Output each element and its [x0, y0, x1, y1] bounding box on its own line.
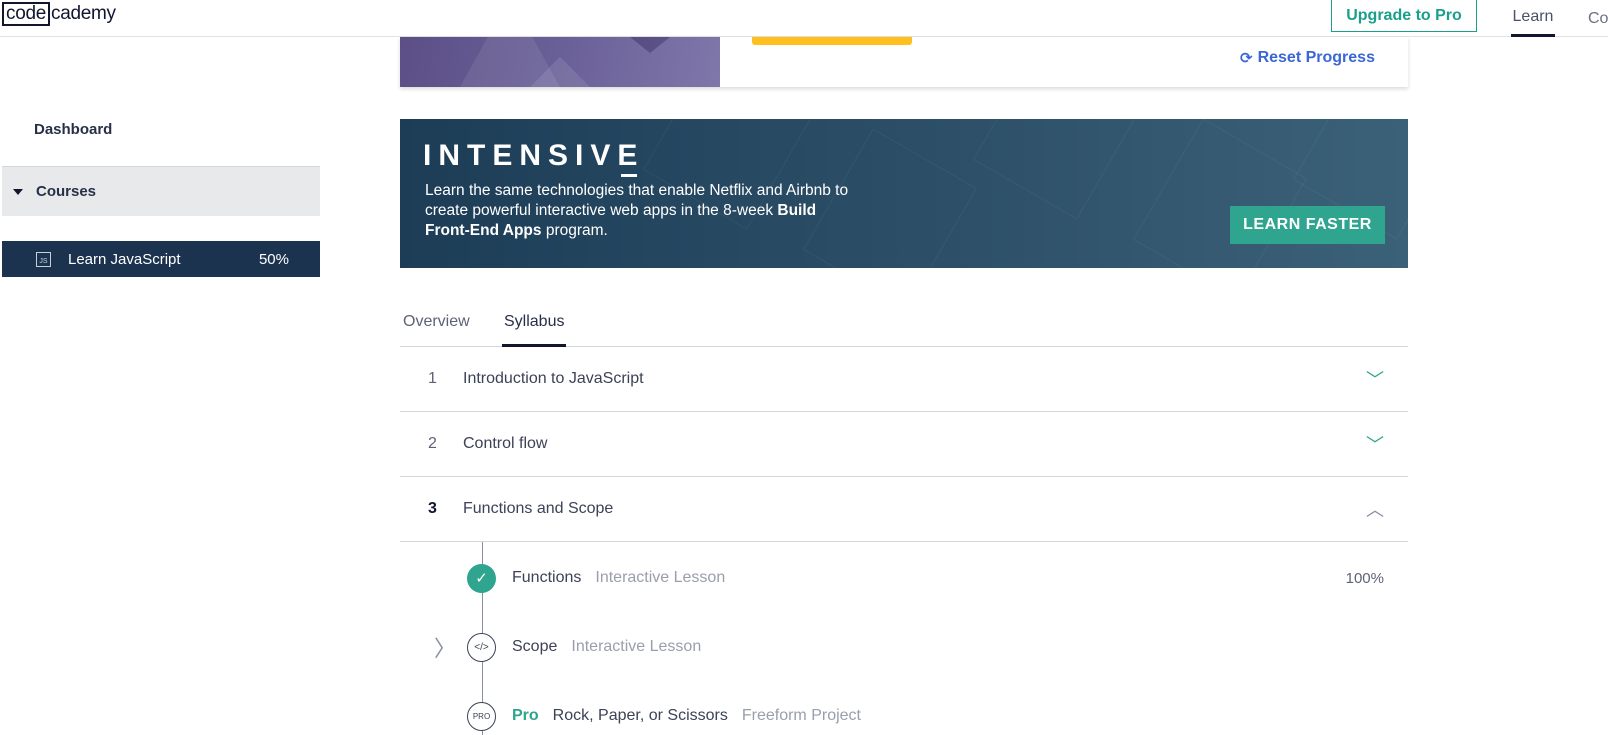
module-title: Control flow [463, 435, 548, 452]
resume-course-button[interactable] [752, 37, 912, 45]
refresh-icon: ⟳ [1240, 50, 1253, 67]
sidebar-item-dashboard[interactable]: Dashboard [34, 121, 112, 138]
lesson-title-row: Scope Interactive Lesson [512, 638, 701, 656]
lesson-progress: 100% [1345, 569, 1384, 587]
banner-title: INTENSIVE [423, 139, 644, 177]
lesson-type: Freeform Project [741, 707, 861, 724]
logo-box-text: code [2, 2, 51, 26]
module-number: 1 [428, 370, 437, 387]
sidebar-courses-label: Courses [36, 183, 97, 200]
nav-truncated-link[interactable]: Co [1588, 0, 1608, 37]
module-number: 2 [428, 435, 437, 452]
sidebar-course-name: Learn JavaScript [68, 250, 181, 268]
chevron-down-icon[interactable]: ﹀ [1366, 366, 1384, 392]
tab-syllabus[interactable]: Syllabus [502, 313, 567, 347]
lesson-name: Functions [512, 569, 582, 586]
lesson-type: Interactive Lesson [571, 638, 702, 655]
module-number: 3 [428, 500, 437, 517]
reset-progress-link[interactable]: ⟳ Reset Progress [1240, 49, 1375, 67]
reset-progress-label: Reset Progress [1257, 49, 1375, 66]
nav-learn-link[interactable]: Learn [1511, 0, 1555, 37]
module-title: Introduction to JavaScript [463, 370, 644, 387]
banner-description: Learn the same technologies that enable … [425, 182, 849, 239]
lesson-title-row: Functions Interactive Lesson [512, 569, 725, 587]
intensive-banner: INTENSIVE Learn the same technologies th… [400, 119, 1408, 268]
logo-rest-text: cademy [51, 3, 116, 24]
syllabus-module-expanded[interactable]: 3 Functions and Scope ︿ [400, 477, 1408, 542]
chevron-up-icon[interactable]: ︿ [1366, 496, 1384, 522]
sidebar-item-courses[interactable]: Courses [2, 166, 320, 216]
lesson-name: Scope [512, 638, 558, 655]
lesson-title-row: Pro Rock, Paper, or Scissors Freeform Proj… [512, 707, 861, 725]
course-header-card: ⟳ Reset Progress [400, 37, 1408, 87]
js-file-icon: JS [36, 251, 51, 267]
lesson-item[interactable]: 〉 </> Scope Interactive Lesson [400, 627, 1408, 667]
pro-icon: PRO [467, 701, 496, 731]
chevron-right-icon[interactable]: 〉 [434, 631, 456, 663]
code-icon: </> [467, 632, 496, 662]
learn-faster-button[interactable]: LEARN FASTER [1230, 206, 1385, 244]
sidebar-course-learn-javascript[interactable]: JS Learn JavaScript 50% [2, 241, 320, 277]
codecademy-logo[interactable]: code cademy [2, 2, 116, 26]
chevron-down-icon[interactable]: ﹀ [1366, 431, 1384, 457]
top-nav: code cademy Upgrade to Pro Learn Co [0, 0, 1608, 37]
tab-overview[interactable]: Overview [403, 313, 470, 347]
check-icon: ✓ [467, 563, 496, 593]
course-artwork [400, 37, 720, 87]
lesson-type: Interactive Lesson [595, 569, 726, 586]
lesson-item[interactable]: ✓ Functions Interactive Lesson 100% [400, 558, 1408, 598]
lesson-item[interactable]: PRO Pro Rock, Paper, or Scissors Freeform … [400, 696, 1408, 735]
pro-badge: Pro [512, 707, 539, 724]
module-title: Functions and Scope [463, 500, 614, 517]
sidebar-course-progress: 50% [258, 250, 289, 268]
upgrade-to-pro-button[interactable]: Upgrade to Pro [1331, 0, 1477, 32]
syllabus-module[interactable]: 1 Introduction to JavaScript ﹀ [400, 347, 1408, 412]
caret-down-icon [13, 188, 23, 195]
lesson-name: Rock, Paper, or Scissors [552, 707, 728, 724]
syllabus-module[interactable]: 2 Control flow ﹀ [400, 412, 1408, 477]
course-tabs: Overview Syllabus [400, 300, 1408, 347]
